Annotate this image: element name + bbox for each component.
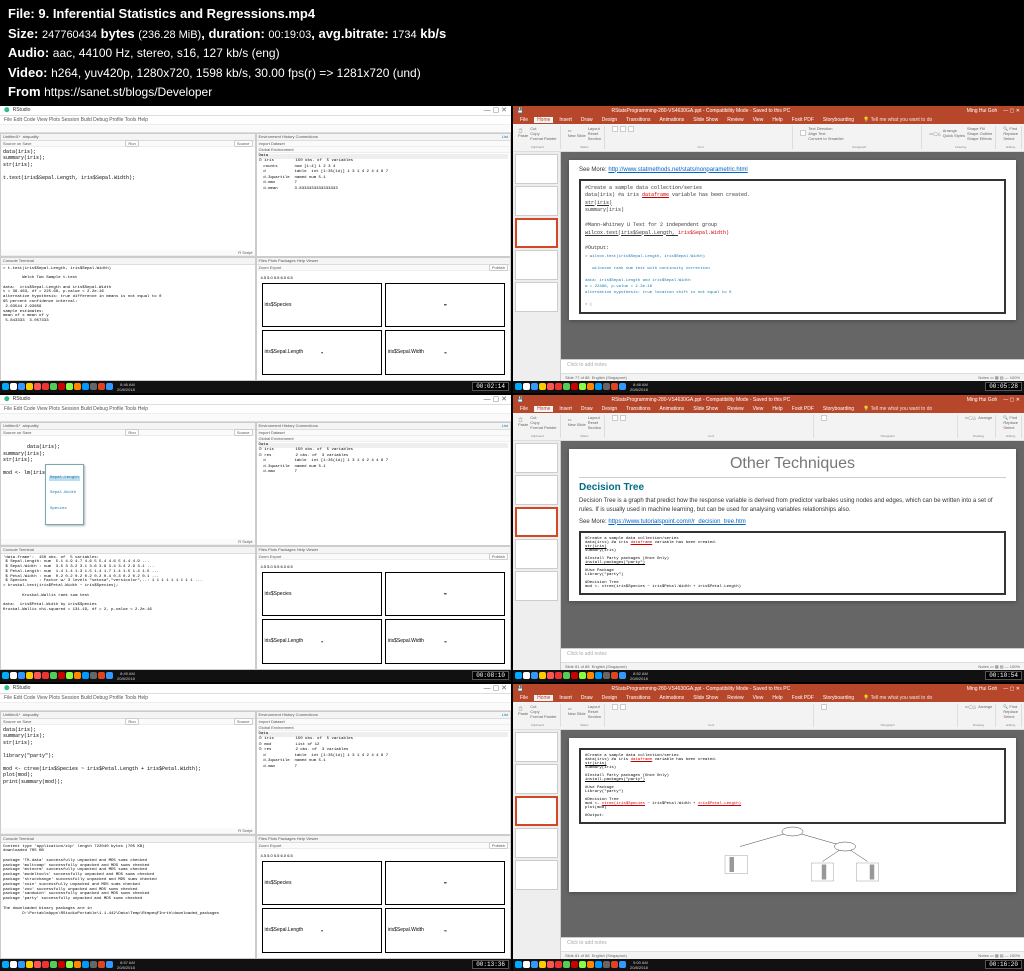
slide-content[interactable]: See More: http://www.statmethods.net/sta… <box>569 160 1016 321</box>
windows-taskbar[interactable]: 8:48 AM 20/8/2018 00:05:28 <box>513 381 1024 393</box>
status-bar: Slide 77 of 88 English (Singapore) Notes… <box>561 373 1024 381</box>
ribbon-tabs[interactable]: FileHomeInsertDrawDesignTransitionsAnima… <box>513 694 1024 702</box>
export-button[interactable]: Export <box>270 265 282 270</box>
console-tabs[interactable]: Console Terminal <box>3 258 34 263</box>
ribbon-tabs[interactable]: FileHomeInsertDrawDesignTransitionsAnima… <box>513 405 1024 413</box>
zoom-button[interactable]: Zoom <box>259 265 269 270</box>
source-button[interactable]: Source <box>234 140 253 147</box>
rstudio-panel-3: ⬤RStudio— ▢ ✕ File Edit Code View Plots … <box>0 684 511 971</box>
window-titlebar: ⬤ RStudio — ▢ ✕ <box>0 106 511 116</box>
menu-bar[interactable]: File Edit Code View Plots Session Build … <box>0 694 511 703</box>
windows-taskbar[interactable]: 8:46 AM 20/8/2018 00:02:14 <box>0 381 511 393</box>
slide-content[interactable]: #Create a sample data collection/series … <box>569 738 1016 892</box>
slide-thumb[interactable] <box>515 186 558 216</box>
run-button[interactable]: Run <box>125 140 138 147</box>
video-timestamp: 00:02:14 <box>472 382 509 391</box>
code-editor[interactable]: data(iris); summary(iris); str(iris); li… <box>1 725 255 828</box>
powerpoint-panel-2: 💾RStatsProgramming-280-VS4630GA.ppt - Co… <box>513 395 1024 682</box>
console-output[interactable]: Content type 'application/zip' length 72… <box>1 843 255 919</box>
ribbon[interactable]: 📋PasteCutCopyFormat PainterClipboard ▭Ne… <box>513 124 1024 152</box>
slide-thumb[interactable] <box>515 250 558 280</box>
slide-thumb[interactable] <box>515 282 558 312</box>
slide-content[interactable]: Other Techniques Decision Tree Decision … <box>569 449 1016 601</box>
slide-thumbnails[interactable] <box>513 730 561 959</box>
environment-pane: Environment History ConnectionsList Impo… <box>256 133 512 257</box>
ribbon-tabs[interactable]: FileHomeInsertDrawDesignTransitionsAnima… <box>513 116 1024 124</box>
source-tab[interactable]: Untitled1* <box>3 134 20 139</box>
plots-tabs[interactable]: Files Plots Packages Help Viewer <box>259 258 319 263</box>
tell-me-search[interactable]: 💡 Tell me what you want to do <box>863 117 932 123</box>
shapes-gallery[interactable]: ▭◯△ <box>929 131 940 136</box>
notes-area[interactable]: Click to add notes <box>561 359 1024 373</box>
console-output[interactable]: > t.test(iris$Sepal.Length, iris$Sepal.W… <box>1 265 255 327</box>
menu-bar[interactable]: File Edit Code View Plots Session Build … <box>0 116 511 125</box>
ppt-titlebar: 💾 RStatsProgramming-280-VS4630GA.ppt - C… <box>513 106 1024 116</box>
menu-bar[interactable]: File Edit Code View Plots Session Build … <box>0 405 511 414</box>
rscript-label: R Script <box>238 250 252 255</box>
slide-thumbnails[interactable] <box>513 152 561 381</box>
powerpoint-panel-1: 💾 RStatsProgramming-280-VS4630GA.ppt - C… <box>513 106 1024 393</box>
mediainfo-header: File: 9. Inferential Statistics and Regr… <box>0 0 1024 106</box>
console-pane: Console Terminal > t.test(iris$Sepal.Len… <box>0 257 256 381</box>
code-editor[interactable]: data(iris); summary(iris); str(iris); mo… <box>1 436 255 539</box>
env-data[interactable]: ⊙ iris 150 obs. of 5 variables counts nu… <box>259 159 509 193</box>
rstudio-panel-2: ⬤RStudio— ▢ ✕ File Edit Code View Plots … <box>0 395 511 682</box>
code-editor[interactable]: data(iris); summary(iris); str(iris); t.… <box>1 147 255 250</box>
powerpoint-panel-3: 💾RStatsProgramming-280-VS4630GA.ppt - Co… <box>513 684 1024 971</box>
slide-thumbnails[interactable] <box>513 441 561 670</box>
import-dataset-button[interactable]: Import Dataset <box>259 141 285 146</box>
plots-pane: Files Plots Packages Help Viewer Zoom Ex… <box>256 257 512 381</box>
system-clock: 8:46 AM 20/8/2018 <box>117 382 135 392</box>
window-controls[interactable]: — ▢ ✕ <box>484 106 507 114</box>
rstudio-panel-1: ⬤ RStudio — ▢ ✕ File Edit Code View Plot… <box>0 106 511 393</box>
source-tab-2[interactable]: airquality <box>23 134 39 139</box>
find-button[interactable]: 🔍 Find <box>1003 126 1018 131</box>
new-slide-button[interactable]: ▭New Slide <box>568 128 586 138</box>
autocomplete-popup[interactable]: Sepal.Length Sepal.Width Species <box>45 464 84 525</box>
window-controls[interactable]: — ▢ ✕ <box>1003 108 1020 114</box>
autosave-icon[interactable]: 💾 <box>517 108 523 114</box>
app-icon: ⬤ <box>4 107 10 113</box>
console-output[interactable]: 'data.frame': 150 obs. of 5 variables: $… <box>1 554 255 616</box>
start-button[interactable] <box>2 383 9 390</box>
slide-thumb[interactable] <box>515 154 558 184</box>
slide-thumb-active[interactable] <box>515 218 558 248</box>
publish-button[interactable]: Publish <box>489 264 508 271</box>
env-tabs[interactable]: Environment History Connections <box>259 134 318 139</box>
toolbar[interactable] <box>0 125 511 133</box>
video-timestamp: 00:05:28 <box>985 382 1022 391</box>
source-pane: Untitled1* airquality Source on SaveRun … <box>0 133 256 257</box>
plot-canvas: 4.5 5.0 5.5 6.0 6.5 iris$Species ·:·:·:·… <box>257 271 511 380</box>
paste-button[interactable]: 📋Paste <box>518 128 528 138</box>
decision-tree-diagram <box>579 824 1006 884</box>
